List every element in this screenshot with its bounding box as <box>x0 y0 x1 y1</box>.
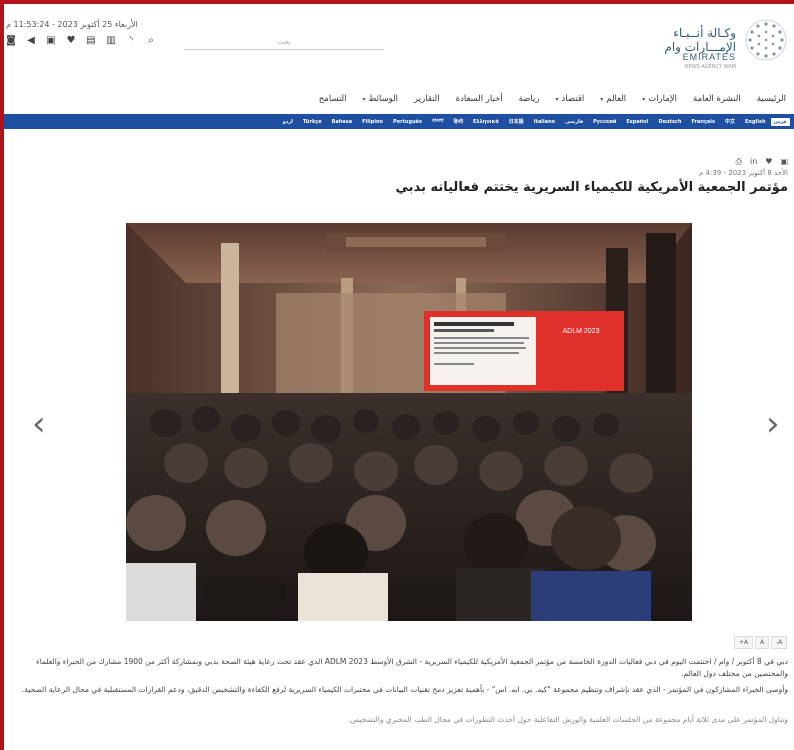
article-date: الأحد 8 أكتوبر 2023 - 4:39 م <box>698 169 788 177</box>
logo-emblem-icon <box>745 19 787 61</box>
conference-photo: ADLM 2023 <box>126 223 692 621</box>
top-header: الأربعاء 25 أكتوبر 2023 - 11:53:24 م ◙ ◀… <box>4 4 794 84</box>
nav-item-sports[interactable]: رياضة <box>511 94 548 104</box>
screen-title: ADLM 2023 <box>563 328 600 335</box>
nav-item-general-bulletin[interactable]: النشرة العامة <box>685 94 749 104</box>
lang-japanese[interactable]: 日本語 <box>504 118 529 125</box>
chevron-down-icon: ▾ <box>362 95 366 103</box>
telegram-icon[interactable]: ◀ <box>26 36 36 46</box>
wam-logo[interactable]: وكـالة أنــبـاء الإمـــارات وام EMIRATES… <box>664 14 794 74</box>
font-reset-button[interactable]: A <box>755 636 770 649</box>
article-title: مؤتمر الجمعية الأمريكية للكيمياء السريري… <box>395 180 788 195</box>
article-paragraph-3: وتناول المؤتمر على مدى ثلاثة أيام مجموعة… <box>347 715 788 724</box>
facebook-icon[interactable]: ▣ <box>780 157 788 167</box>
lang-filipino[interactable]: Filipino <box>357 119 388 125</box>
search-input[interactable]: بحث <box>184 34 384 50</box>
page: الأربعاء 25 أكتوبر 2023 - 11:53:24 م ◙ ◀… <box>4 4 794 750</box>
lang-arabic[interactable]: عربي <box>770 117 790 126</box>
current-date: الأربعاء 25 أكتوبر 2023 - 11:53:24 م <box>6 20 138 29</box>
search-icon[interactable]: ⌕ <box>146 36 156 46</box>
lang-french[interactable]: Français <box>686 119 720 125</box>
article-paragraph-1: دبي في 8 أكتوبر / وام / اختتمت اليوم في … <box>36 657 788 678</box>
nav-item-home[interactable]: الرئيسية <box>749 94 794 104</box>
lang-portuguese[interactable]: Português <box>388 119 427 125</box>
lang-chinese[interactable]: 中文 <box>720 118 740 125</box>
print-icon[interactable]: ⎙ <box>736 157 742 167</box>
chevron-down-icon: ▾ <box>555 95 559 103</box>
logo-subtitle: NEWS AGENCY WAM <box>684 64 736 70</box>
nav-item-media[interactable]: الوسائط ▾ <box>355 94 407 104</box>
rss-icon[interactable]: ◝ <box>126 36 136 46</box>
nav-item-emirates[interactable]: الإمارات ▾ <box>634 94 685 104</box>
lang-german[interactable]: Deutsch <box>653 119 686 125</box>
lang-greek[interactable]: Ελληνικά <box>468 119 504 125</box>
nav-item-happiness-news[interactable]: أخبار السعادة <box>448 94 511 104</box>
article-paragraph-2: وأوصى الخبراء المشاركون في المؤتمر - الذ… <box>21 685 788 694</box>
facebook-icon[interactable]: ▣ <box>46 36 56 46</box>
logo-english: EMIRATES <box>682 52 736 62</box>
lang-russian[interactable]: Русский <box>588 119 621 125</box>
carousel-prev-arrow-icon[interactable]: ‹ <box>32 404 46 444</box>
lang-hindi[interactable]: हिन्दी <box>449 119 468 125</box>
linkedin-icon[interactable]: in <box>750 157 757 167</box>
chevron-down-icon: ▾ <box>642 95 646 103</box>
lang-bengali[interactable]: বাংলা <box>427 118 449 126</box>
logo-arabic: وكـالة أنــبـاء الإمـــارات وام <box>664 26 736 54</box>
twitter-icon[interactable]: ♥ <box>66 36 76 46</box>
lang-turkish[interactable]: Türkçe <box>298 119 327 125</box>
social-links: ◙ ◀ ▣ ♥ ▤ ▥ ◝ ⌕ <box>6 36 156 46</box>
lang-bahasa[interactable]: Bahasa <box>327 119 357 125</box>
font-decrease-button[interactable]: -A <box>771 636 788 649</box>
share-icons: ⎙ in ♥ ▣ <box>736 157 788 167</box>
lang-spanish[interactable]: Español <box>621 119 653 125</box>
lang-persian[interactable]: فارسی <box>560 119 588 125</box>
nav-item-tolerance[interactable]: التسامح <box>311 94 355 104</box>
carousel-next-arrow-icon[interactable]: › <box>766 404 780 444</box>
font-increase-button[interactable]: +A <box>734 636 754 649</box>
nav-item-world[interactable]: العالم ▾ <box>592 94 634 104</box>
language-bar: عربي English 中文 Français Deutsch Español… <box>4 114 794 129</box>
flickr-icon[interactable]: ▤ <box>86 36 96 46</box>
chevron-down-icon: ▾ <box>600 95 604 103</box>
lang-italian[interactable]: Italiano <box>529 119 560 125</box>
nav-item-reports[interactable]: التقارير <box>406 94 448 104</box>
lang-urdu[interactable]: اردو <box>278 119 298 125</box>
nav-item-economy[interactable]: اقتصاد ▾ <box>548 94 593 104</box>
youtube-icon[interactable]: ▥ <box>106 36 116 46</box>
main-navigation: الرئيسية النشرة العامة الإمارات ▾ العالم ▾… <box>4 89 794 109</box>
article-photo[interactable]: ADLM 2023 <box>126 223 692 621</box>
twitter-icon[interactable]: ♥ <box>765 157 772 167</box>
instagram-icon[interactable]: ◙ <box>6 36 16 46</box>
font-size-controls: +A A -A <box>734 636 788 649</box>
lang-english[interactable]: English <box>740 119 771 125</box>
